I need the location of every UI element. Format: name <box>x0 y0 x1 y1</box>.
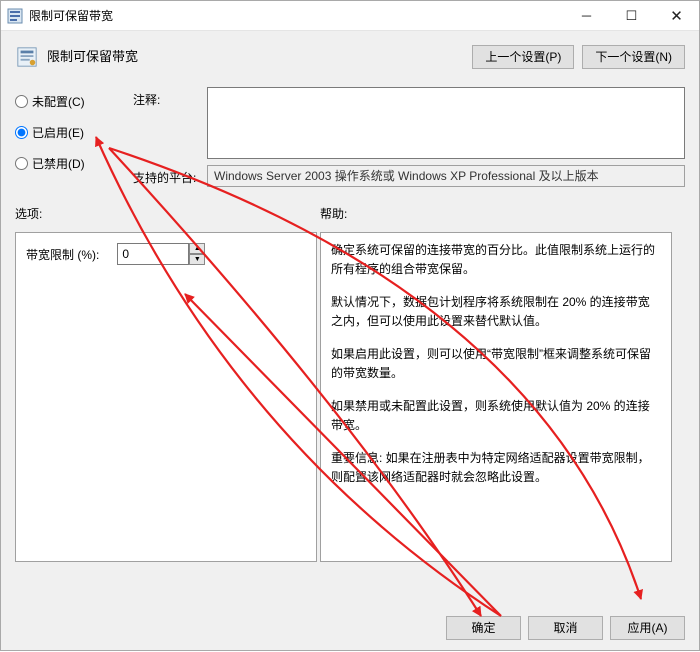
ok-button[interactable]: 确定 <box>446 616 521 640</box>
radio-disabled[interactable]: 已禁用(D) <box>15 155 133 172</box>
help-text: 重要信息: 如果在注册表中为特定网络适配器设置带宽限制，则配置该网络适配器时就会… <box>331 449 661 487</box>
spinner-down-button[interactable]: ▼ <box>189 254 205 265</box>
prev-setting-button[interactable]: 上一个设置(P) <box>472 45 574 69</box>
help-text: 默认情况下，数据包计划程序将系统限制在 20% 的连接带宽之内，但可以使用此设置… <box>331 293 661 331</box>
titlebar: 限制可保留带宽 ─ ☐ ✕ <box>1 1 699 31</box>
radio-not-configured-label: 未配置(C) <box>32 93 85 110</box>
help-text: 确定系统可保留的连接带宽的百分比。此值限制系统上运行的所有程序的组合带宽保留。 <box>331 241 661 279</box>
app-icon <box>7 8 23 24</box>
radio-enabled-input[interactable] <box>15 126 28 139</box>
bandwidth-limit-label: 带宽限制 (%): <box>26 246 99 263</box>
help-text: 如果启用此设置，则可以使用“带宽限制”框来调整系统可保留的带宽数量。 <box>331 345 661 383</box>
radio-not-configured-input[interactable] <box>15 95 28 108</box>
spinner-up-button[interactable]: ▲ <box>189 243 205 254</box>
options-panel: 带宽限制 (%): ▲ ▼ <box>15 232 317 562</box>
policy-icon <box>15 45 39 69</box>
platform-value: Windows Server 2003 操作系统或 Windows XP Pro… <box>207 165 685 187</box>
cancel-button[interactable]: 取消 <box>528 616 603 640</box>
close-button[interactable]: ✕ <box>654 1 699 30</box>
options-section-label: 选项: <box>15 205 320 222</box>
page-title: 限制可保留带宽 <box>47 45 138 69</box>
platform-label: 支持的平台: <box>133 165 207 186</box>
radio-enabled[interactable]: 已启用(E) <box>15 124 133 141</box>
minimize-button[interactable]: ─ <box>564 1 609 30</box>
next-setting-button[interactable]: 下一个设置(N) <box>582 45 685 69</box>
comment-textarea[interactable] <box>207 87 685 159</box>
radio-not-configured[interactable]: 未配置(C) <box>15 93 133 110</box>
help-panel: 确定系统可保留的连接带宽的百分比。此值限制系统上运行的所有程序的组合带宽保留。 … <box>320 232 672 562</box>
help-text: 如果禁用或未配置此设置，则系统使用默认值为 20% 的连接带宽。 <box>331 397 661 435</box>
bandwidth-limit-input[interactable] <box>117 243 189 265</box>
comment-label: 注释: <box>133 87 207 108</box>
radio-disabled-input[interactable] <box>15 157 28 170</box>
radio-disabled-label: 已禁用(D) <box>32 155 85 172</box>
radio-enabled-label: 已启用(E) <box>32 124 84 141</box>
apply-button[interactable]: 应用(A) <box>610 616 685 640</box>
maximize-button[interactable]: ☐ <box>609 1 654 30</box>
help-section-label: 帮助: <box>320 205 685 222</box>
window-title: 限制可保留带宽 <box>29 7 113 24</box>
